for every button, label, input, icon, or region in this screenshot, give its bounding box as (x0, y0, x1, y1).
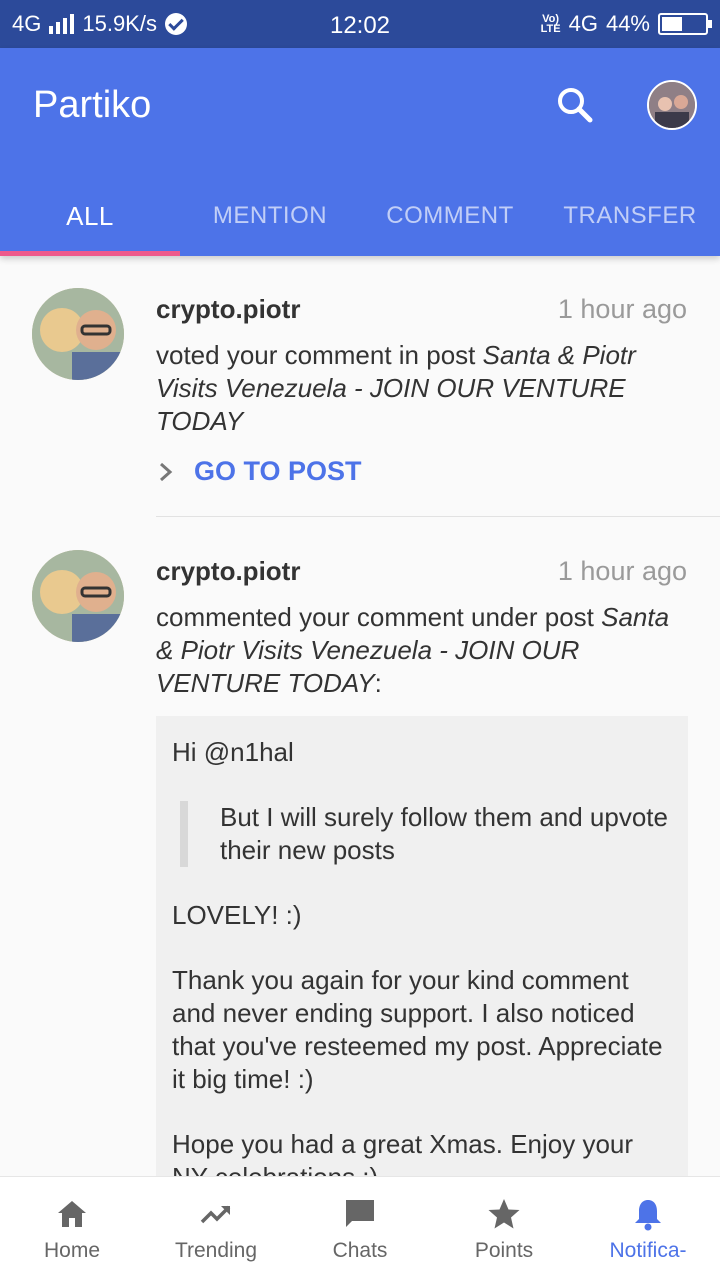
avatar-photo-icon (32, 550, 124, 642)
star-icon (487, 1197, 521, 1231)
nav-chats[interactable]: Chats (288, 1177, 432, 1280)
nav-label: Trending (174, 1239, 258, 1262)
comment-greeting: Hi @n1hal (172, 737, 294, 767)
battery-level: 44% (605, 11, 650, 36)
text-suffix: : (374, 668, 382, 698)
notification-username[interactable]: crypto.piotr (156, 294, 300, 325)
tab-bar: ALL MENTION COMMENT TRANSFER (0, 176, 720, 256)
nav-label: Points (474, 1239, 534, 1262)
tab-transfer[interactable]: TRANSFER (540, 176, 720, 256)
go-to-post-label: GO TO POST (194, 456, 362, 486)
volte-icon: Vo) LTE (540, 13, 561, 35)
tab-mention[interactable]: MENTION (180, 176, 360, 256)
profile-photo-icon (649, 82, 695, 128)
trending-icon (199, 1197, 233, 1231)
comment-line: Hope you had a great Xmas. Enjoy your NY… (172, 1129, 634, 1176)
tab-all[interactable]: ALL (0, 176, 180, 256)
notification-time: 1 hour ago (557, 294, 687, 324)
notification-text: commented your comment under post Santa … (156, 601, 686, 700)
notification-action: voted your comment in post (156, 340, 483, 370)
notification-username[interactable]: crypto.piotr (156, 556, 300, 587)
network-type-right: 4G (568, 11, 598, 36)
chevron-right-icon (160, 462, 173, 481)
avatar-photo-icon (32, 288, 124, 380)
comment-quote: But I will surely follow them and upvote… (180, 801, 672, 867)
notification-time: 1 hour ago (557, 556, 687, 586)
bottom-navigation: Home Trending Chats Points Notifica- (0, 1176, 720, 1280)
chat-icon (343, 1197, 377, 1231)
comment-line: LOVELY! :) (172, 900, 302, 930)
app-title: Partiko (33, 84, 152, 126)
status-bar: 4G 15.9K/s 12:02 Vo) LTE 4G 44% (0, 0, 720, 48)
nav-label: Home (43, 1239, 101, 1262)
comment-line: Thank you again for your kind comment an… (172, 965, 663, 1094)
divider (156, 516, 720, 517)
status-right: Vo) LTE 4G 44% (540, 11, 712, 37)
nav-label: Notifica- (609, 1239, 687, 1262)
go-to-post-button[interactable]: GO TO POST (158, 456, 362, 487)
tab-comment[interactable]: COMMENT (360, 176, 540, 256)
notification-action: commented your comment under post (156, 602, 602, 632)
nav-home[interactable]: Home (0, 1177, 144, 1280)
search-button[interactable] (552, 82, 598, 128)
search-icon (558, 88, 593, 123)
nav-points[interactable]: Points (432, 1177, 576, 1280)
nav-notifications[interactable]: Notifica- (576, 1177, 720, 1280)
nav-trending[interactable]: Trending (144, 1177, 288, 1280)
profile-avatar[interactable] (647, 80, 697, 130)
user-avatar[interactable] (32, 550, 124, 642)
user-avatar[interactable] (32, 288, 124, 380)
nav-label: Chats (332, 1239, 388, 1262)
notification-feed[interactable]: crypto.piotr 1 hour ago voted your comme… (0, 256, 720, 1176)
app-bar: Partiko ALL MENTION COMMENT TRANSFER (0, 48, 720, 256)
comment-preview[interactable]: Hi @n1hal But I will surely follow them … (156, 716, 688, 1176)
notification-text: voted your comment in post Santa & Piotr… (156, 339, 686, 438)
bell-icon (631, 1197, 665, 1231)
battery-icon (658, 13, 712, 35)
home-icon (55, 1197, 89, 1231)
